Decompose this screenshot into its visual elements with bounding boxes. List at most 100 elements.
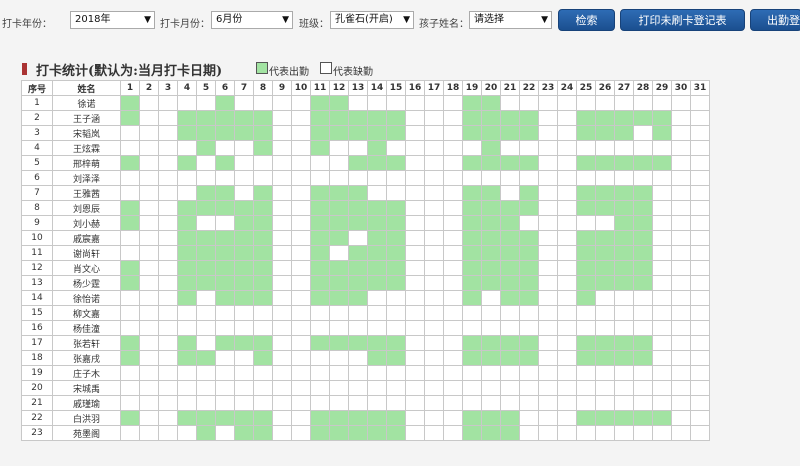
attendance-button[interactable]: 出勤登: [750, 9, 800, 31]
header-name: 姓名: [52, 80, 121, 96]
attendance-cell-absent: [576, 320, 596, 336]
attendance-cell-absent: [481, 380, 501, 396]
header-day-2: 2: [139, 80, 159, 96]
attendance-cell-absent: [557, 335, 577, 351]
row-child-name: 肖文心: [52, 260, 121, 276]
attendance-cell-absent: [462, 365, 482, 381]
attendance-cell-present: [120, 155, 140, 171]
attendance-cell-absent: [538, 95, 558, 111]
header-day-31: 31: [690, 80, 710, 96]
attendance-cell-present: [481, 155, 501, 171]
attendance-cell-absent: [329, 380, 349, 396]
attendance-cell-absent: [120, 425, 140, 441]
attendance-cell-present: [367, 125, 387, 141]
attendance-cell-absent: [139, 365, 159, 381]
attendance-cell-present: [120, 260, 140, 276]
attendance-cell-absent: [196, 290, 216, 306]
attendance-cell-present: [367, 230, 387, 246]
attendance-cell-absent: [519, 425, 539, 441]
attendance-cell-absent: [538, 410, 558, 426]
attendance-cell-absent: [652, 380, 672, 396]
attendance-cell-absent: [272, 335, 292, 351]
chevron-down-icon: ▼: [403, 15, 410, 25]
attendance-cell-absent: [158, 320, 178, 336]
attendance-cell-absent: [139, 125, 159, 141]
print-unswiped-button[interactable]: 打印未刷卡登记表: [620, 9, 745, 31]
attendance-cell-absent: [671, 350, 691, 366]
attendance-cell-absent: [310, 380, 330, 396]
attendance-cell-absent: [215, 320, 235, 336]
attendance-cell-absent: [633, 380, 653, 396]
class-select[interactable]: 孔雀石(开启) ▼: [330, 11, 414, 29]
row-child-name: 杨佳潼: [52, 320, 121, 336]
attendance-cell-present: [500, 350, 520, 366]
month-select[interactable]: 6月份 ▼: [211, 11, 293, 29]
attendance-cell-present: [386, 200, 406, 216]
attendance-cell-absent: [633, 365, 653, 381]
attendance-cell-absent: [367, 305, 387, 321]
attendance-cell-present: [253, 140, 273, 156]
row-serial: 20: [21, 380, 53, 396]
attendance-cell-absent: [538, 125, 558, 141]
attendance-cell-absent: [671, 410, 691, 426]
attendance-cell-absent: [500, 365, 520, 381]
attendance-cell-absent: [405, 200, 425, 216]
attendance-cell-absent: [215, 395, 235, 411]
attendance-cell-present: [329, 110, 349, 126]
attendance-cell-absent: [652, 185, 672, 201]
attendance-cell-absent: [671, 215, 691, 231]
attendance-cell-present: [215, 185, 235, 201]
attendance-cell-absent: [500, 140, 520, 156]
attendance-cell-present: [310, 95, 330, 111]
attendance-cell-present: [614, 245, 634, 261]
search-button[interactable]: 检索: [558, 9, 615, 31]
attendance-cell-absent: [595, 425, 615, 441]
attendance-cell-absent: [557, 320, 577, 336]
child-select[interactable]: 请选择 ▼: [469, 11, 552, 29]
attendance-cell-absent: [690, 95, 710, 111]
attendance-cell-absent: [690, 170, 710, 186]
attendance-cell-absent: [652, 140, 672, 156]
attendance-cell-absent: [272, 395, 292, 411]
attendance-cell-absent: [690, 350, 710, 366]
attendance-cell-present: [519, 110, 539, 126]
attendance-cell-present: [481, 335, 501, 351]
header-day-22: 22: [519, 80, 539, 96]
attendance-cell-absent: [158, 95, 178, 111]
attendance-cell-absent: [367, 95, 387, 111]
header-day-11: 11: [310, 80, 330, 96]
attendance-cell-present: [196, 230, 216, 246]
attendance-cell-present: [310, 185, 330, 201]
attendance-cell-absent: [348, 320, 368, 336]
attendance-cell-absent: [424, 215, 444, 231]
attendance-cell-present: [595, 275, 615, 291]
attendance-cell-present: [367, 335, 387, 351]
attendance-cell-absent: [557, 140, 577, 156]
attendance-cell-absent: [481, 395, 501, 411]
attendance-cell-absent: [576, 365, 596, 381]
attendance-cell-absent: [652, 245, 672, 261]
attendance-cell-absent: [424, 140, 444, 156]
attendance-cell-absent: [652, 305, 672, 321]
attendance-cell-absent: [253, 320, 273, 336]
attendance-cell-present: [652, 125, 672, 141]
attendance-cell-absent: [443, 290, 463, 306]
attendance-cell-present: [519, 125, 539, 141]
year-select[interactable]: 2018年 ▼: [70, 11, 155, 29]
attendance-cell-present: [519, 260, 539, 276]
attendance-cell-present: [367, 245, 387, 261]
attendance-cell-absent: [120, 320, 140, 336]
attendance-cell-absent: [614, 380, 634, 396]
attendance-cell-absent: [139, 305, 159, 321]
attendance-cell-absent: [291, 365, 311, 381]
attendance-cell-absent: [348, 170, 368, 186]
attendance-cell-present: [462, 410, 482, 426]
attendance-cell-absent: [671, 425, 691, 441]
attendance-cell-present: [633, 155, 653, 171]
attendance-cell-absent: [500, 305, 520, 321]
attendance-cell-absent: [519, 410, 539, 426]
attendance-cell-absent: [690, 380, 710, 396]
attendance-cell-absent: [557, 170, 577, 186]
attendance-cell-absent: [272, 305, 292, 321]
table-row: 18 张嘉戌: [21, 350, 710, 366]
